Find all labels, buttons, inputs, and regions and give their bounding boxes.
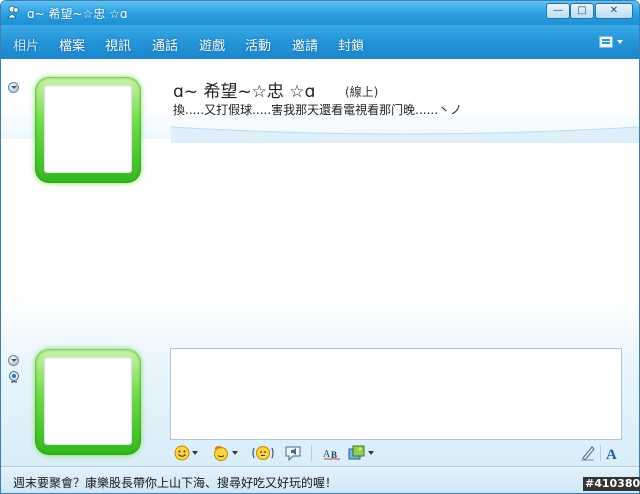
message-compose-box[interactable]: [170, 348, 622, 440]
menu-options-icon[interactable]: [598, 34, 628, 50]
menu-photos[interactable]: 相片: [13, 35, 39, 54]
text-format-button[interactable]: A: [605, 443, 621, 463]
contact-avatar: [44, 85, 132, 173]
smiley-icon: [174, 445, 190, 461]
menu-files[interactable]: 檔案: [59, 35, 85, 54]
watermark: #410380: [583, 477, 640, 491]
background-icon: [348, 445, 365, 460]
wink-icon: [214, 445, 228, 461]
compose-toolbar: A B A: [170, 440, 622, 466]
svg-text:A: A: [323, 449, 331, 460]
minimize-button[interactable]: —: [546, 3, 570, 19]
voice-clip-button[interactable]: [284, 443, 302, 463]
contact-name[interactable]: ɑ~ 希望~☆忠 ☆ɑ: [173, 77, 315, 102]
menu-activities[interactable]: 活動: [245, 35, 271, 54]
menu-games[interactable]: 遊戲: [199, 35, 225, 54]
chat-window: ɑ~ 希望~☆忠 ☆ɑ — □ ✕ 相片 檔案 視訊 通話 遊戲 活動 邀請 封…: [0, 0, 640, 494]
message-input[interactable]: [175, 353, 619, 439]
self-avatar: [44, 357, 132, 445]
emoticon-button[interactable]: [174, 443, 198, 463]
menu-call[interactable]: 通話: [152, 35, 178, 54]
voice-clip-icon: [285, 446, 301, 461]
window-title: ɑ~ 希望~☆忠 ☆ɑ: [27, 7, 128, 21]
contact-status: (線上): [345, 85, 379, 99]
collapse-self-toggle[interactable]: [8, 355, 19, 366]
svg-text:A: A: [606, 447, 617, 461]
messenger-icon[interactable]: [7, 5, 21, 19]
text-format-icon: A: [606, 447, 617, 461]
self-avatar-frame[interactable]: [35, 349, 141, 455]
ad-text[interactable]: 週末要聚會？康樂股長帶你上山下海、搜尋好吃又好玩的喔！: [13, 474, 337, 491]
font-icon: A B: [323, 449, 340, 460]
font-button[interactable]: A B: [322, 443, 342, 463]
menu-invite[interactable]: 邀請: [292, 35, 318, 54]
header-divider: [171, 126, 639, 143]
contact-personal-message: 換.....又打假球.....害我那天還看電視看那门晚......丶ノ: [173, 103, 463, 117]
menu-block[interactable]: 封鎖: [338, 35, 364, 54]
collapse-contact-toggle[interactable]: [8, 82, 19, 93]
maximize-button[interactable]: □: [570, 3, 594, 19]
nudge-icon: [252, 446, 274, 460]
menu-video[interactable]: 視訊: [105, 35, 131, 54]
contact-avatar-frame[interactable]: [35, 77, 141, 183]
webcam-icon[interactable]: [8, 371, 20, 383]
close-button[interactable]: ✕: [595, 3, 633, 19]
handwriting-button[interactable]: [580, 443, 596, 463]
toolbar-separator: [600, 445, 601, 461]
background-button[interactable]: [348, 443, 374, 463]
menu-bar: 相片 檔案 視訊 通話 遊戲 活動 邀請 封鎖: [1, 25, 639, 59]
title-bar[interactable]: ɑ~ 希望~☆忠 ☆ɑ — □ ✕: [1, 1, 639, 25]
wink-button[interactable]: [212, 443, 238, 463]
nudge-button[interactable]: [252, 443, 274, 463]
ad-bar[interactable]: 週末要聚會？康樂股長帶你上山下海、搜尋好吃又好玩的喔！: [1, 466, 639, 493]
toolbar-separator: [311, 445, 312, 461]
pen-icon: [581, 446, 595, 461]
